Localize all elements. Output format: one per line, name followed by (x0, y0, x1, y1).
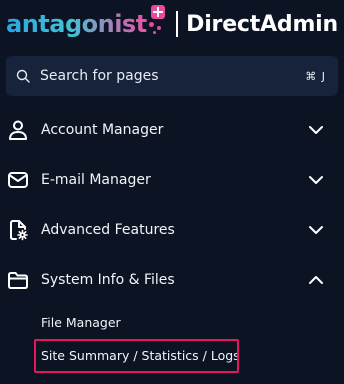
file-gear-icon (10, 220, 28, 241)
chevron-down-icon[interactable] (306, 220, 326, 240)
search-placeholder[interactable]: Search for pages (40, 68, 305, 84)
user-icon (9, 120, 27, 140)
menu-label-system-info-files: System Info & Files (41, 272, 175, 288)
brand-divider (176, 11, 179, 37)
brand-antagonist-logo: antagonist (6, 10, 147, 38)
menu-item-advanced-features[interactable]: Advanced Features (0, 212, 344, 248)
search-bar[interactable]: Search for pages ⌘ J (6, 56, 338, 96)
brand-header[interactable]: antagonist DirectAdmin (6, 2, 338, 46)
submenu-item-file-manager[interactable]: File Manager (41, 315, 121, 330)
menu-item-account-manager[interactable]: Account Manager (0, 112, 344, 148)
menu-item-email-manager[interactable]: E-mail Manager (0, 162, 344, 198)
envelope-icon (8, 172, 28, 188)
highlight-box (34, 339, 239, 373)
menu-label-email-manager: E-mail Manager (41, 172, 151, 188)
search-shortcut-hint: ⌘ J (305, 69, 326, 83)
menu-item-system-info-files[interactable]: System Info & Files (0, 262, 344, 298)
chevron-down-icon[interactable] (306, 120, 326, 140)
brand-directadmin-logo: DirectAdmin (186, 11, 338, 37)
folder-icon (8, 272, 28, 289)
search-icon (16, 69, 30, 83)
chevron-down-icon[interactable] (306, 170, 326, 190)
sidebar: antagonist DirectAdmin Search for pages … (0, 0, 344, 384)
chevron-up-icon[interactable] (306, 270, 326, 290)
brand-plus-icon (148, 5, 169, 35)
menu-label-account-manager: Account Manager (41, 122, 164, 138)
menu-label-advanced-features: Advanced Features (41, 222, 175, 238)
